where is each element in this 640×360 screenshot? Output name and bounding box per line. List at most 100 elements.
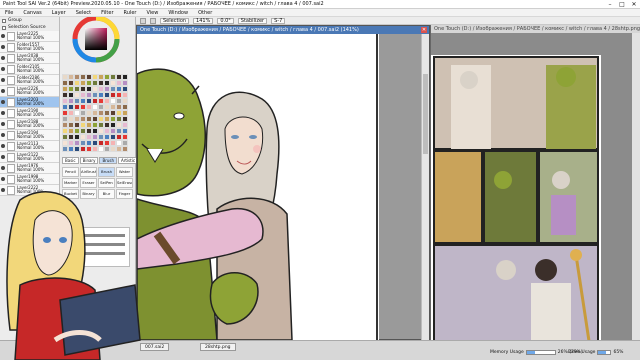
- drawing-canvas[interactable]: [137, 34, 379, 340]
- layer-row[interactable]: Layer1976 Normal 100%: [0, 163, 59, 174]
- menu-window[interactable]: Window: [163, 10, 193, 16]
- group-option[interactable]: Group: [0, 17, 59, 24]
- window-title: Paint Tool SAI Ver.2 (64bit) Preview.202…: [3, 1, 324, 7]
- menu-select[interactable]: Select: [71, 10, 96, 16]
- layer-mode: Normal: [17, 46, 32, 51]
- layer-row[interactable]: Layer2203 Normal 100%: [0, 97, 59, 108]
- layer-opacity: 100%: [32, 68, 45, 73]
- window-titlebar: Paint Tool SAI Ver.2 (64bit) Preview.202…: [0, 0, 640, 9]
- layer-info: Folder2286 Normal 100%: [17, 75, 45, 85]
- layer-opacity: 100%: [32, 57, 45, 62]
- layer-thumbnail: [7, 163, 15, 173]
- toolbar: Selection 141% 0.0° Stabilizer S-7: [136, 17, 640, 25]
- visibility-eye-icon[interactable]: [1, 34, 5, 38]
- maximize-icon[interactable]: □: [616, 1, 628, 8]
- tool-marker[interactable]: Marker: [62, 178, 79, 188]
- swatch-palette[interactable]: [62, 74, 128, 152]
- layer-row[interactable]: Layer2194 Normal 100%: [0, 130, 59, 141]
- layer-row[interactable]: Layer2188 Normal 100%: [0, 119, 59, 130]
- visibility-eye-icon[interactable]: [1, 155, 5, 159]
- tool-tab-brush[interactable]: Brush: [99, 157, 117, 164]
- tool-water[interactable]: Water: [116, 167, 133, 177]
- layer-info: Layer2194 Normal 100%: [17, 130, 45, 140]
- angle-field[interactable]: 0.0°: [217, 17, 234, 24]
- tool-selerase[interactable]: SelErase: [116, 178, 133, 188]
- zoom-field[interactable]: 141%: [193, 17, 214, 24]
- menu-layer[interactable]: Layer: [47, 10, 71, 16]
- drive-usage: Drive Usage 65%: [568, 350, 624, 355]
- layer-opacity: 100%: [32, 35, 45, 40]
- menu-bar: File Canvas Layer Select Filter Ruler Vi…: [0, 9, 640, 17]
- tool-eraser[interactable]: Eraser: [80, 178, 97, 188]
- visibility-eye-icon[interactable]: [1, 166, 5, 170]
- layer-row[interactable]: Folder1557 Normal 100%: [0, 42, 59, 53]
- layer-info: Layer1998 Normal 100%: [17, 174, 44, 184]
- color-swatch[interactable]: [122, 146, 128, 152]
- canvas-scroll-thumb[interactable]: [423, 74, 428, 154]
- color-wheel[interactable]: [66, 17, 126, 67]
- layer-mode: Normal: [17, 167, 32, 172]
- layer-thumbnail: [7, 75, 15, 85]
- menu-view[interactable]: View: [141, 10, 163, 16]
- tool-brush[interactable]: Brush: [98, 167, 115, 177]
- visibility-eye-icon[interactable]: [1, 177, 5, 181]
- layer-row[interactable]: Layer2225 Normal 100%: [0, 31, 59, 42]
- layer-thumbnail: [7, 152, 15, 162]
- menu-ruler[interactable]: Ruler: [119, 10, 142, 16]
- layer-row[interactable]: Layer2113 Normal 100%: [0, 141, 59, 152]
- tool-selpen[interactable]: SelPen: [98, 178, 115, 188]
- tool-pencil[interactable]: Pencil: [62, 167, 79, 177]
- layer-row[interactable]: Layer1998 Normal 100%: [0, 174, 59, 185]
- layer-opacity: 100%: [32, 79, 45, 84]
- tool-tab-basic[interactable]: Basic: [62, 157, 79, 164]
- canvas-window-title: One Touch (D:) / Изображения / РАБОЧЕЕ /…: [137, 26, 429, 34]
- layer-info: Layer2038 Normal 100%: [17, 53, 45, 63]
- selection-button[interactable]: Selection: [160, 17, 190, 24]
- reference-vertical-scrollbar[interactable]: [632, 33, 640, 340]
- reference-window-title: One Touch (D:) / Изображения / РАБОЧЕЕ /…: [431, 25, 640, 33]
- visibility-eye-icon[interactable]: [1, 56, 5, 60]
- visibility-eye-icon[interactable]: [1, 67, 5, 71]
- visibility-eye-icon[interactable]: [1, 78, 5, 82]
- canvas-vertical-scrollbar[interactable]: [421, 34, 429, 340]
- layer-row[interactable]: Layer2038 Normal 100%: [0, 53, 59, 64]
- layer-thumbnail: [7, 108, 15, 118]
- reference-window: One Touch (D:) / Изображения / РАБОЧЕЕ /…: [430, 25, 640, 343]
- visibility-eye-icon[interactable]: [1, 144, 5, 148]
- menu-canvas[interactable]: Canvas: [18, 10, 46, 16]
- window-controls: – □ ✕: [604, 1, 640, 8]
- selection-source-checkbox[interactable]: [2, 25, 6, 30]
- layer-row[interactable]: Folder2105 Normal 100%: [0, 64, 59, 75]
- minimize-icon[interactable]: –: [604, 1, 616, 8]
- reference-comic-page[interactable]: [431, 55, 601, 343]
- file-tab-28shtp[interactable]: 28shtp.png: [200, 343, 236, 351]
- layer-row[interactable]: Layer2226 Normal 100%: [0, 86, 59, 97]
- canvas-close-icon[interactable]: ✕: [421, 27, 427, 33]
- visibility-eye-icon[interactable]: [1, 100, 5, 104]
- layer-info: Layer2188 Normal 100%: [17, 119, 44, 129]
- visibility-eye-icon[interactable]: [1, 111, 5, 115]
- menu-file[interactable]: File: [0, 10, 18, 16]
- tool-tab-binary[interactable]: Binary: [79, 157, 99, 164]
- layer-opacity: 100%: [32, 134, 45, 139]
- layer-row[interactable]: Layer2190 Normal 100%: [0, 108, 59, 119]
- visibility-eye-icon[interactable]: [1, 45, 5, 49]
- close-icon[interactable]: ✕: [628, 1, 640, 8]
- group-checkbox[interactable]: [2, 18, 6, 23]
- visibility-eye-icon[interactable]: [1, 122, 5, 126]
- redo-icon[interactable]: [150, 17, 156, 24]
- layer-thumbnail: [7, 53, 15, 63]
- layer-mode: Normal: [17, 57, 32, 62]
- visibility-eye-icon[interactable]: [1, 133, 5, 137]
- undo-icon[interactable]: [140, 17, 146, 24]
- tool-airbrush[interactable]: AirBrush: [80, 167, 97, 177]
- layer-row[interactable]: Layer2122 Normal 100%: [0, 152, 59, 163]
- stabilizer-select[interactable]: S-7: [271, 17, 286, 24]
- menu-filter[interactable]: Filter: [96, 10, 118, 16]
- layer-mode: Normal: [17, 90, 32, 95]
- layer-row[interactable]: Folder2286 Normal 100%: [0, 75, 59, 86]
- layer-thumbnail: [7, 174, 15, 184]
- menu-other[interactable]: Other: [193, 10, 217, 16]
- layer-thumbnail: [7, 130, 15, 140]
- visibility-eye-icon[interactable]: [1, 89, 5, 93]
